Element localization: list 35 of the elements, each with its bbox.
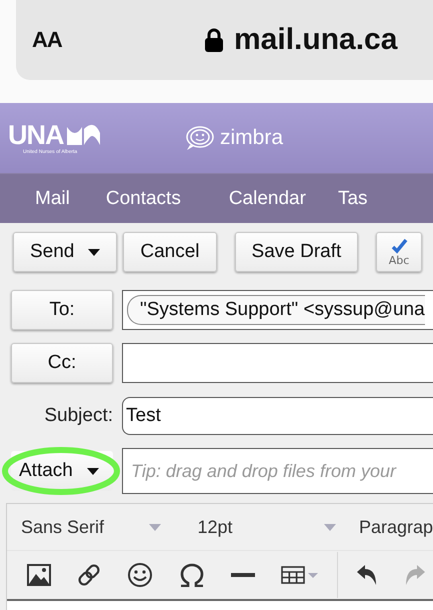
address-field[interactable] [122, 343, 433, 383]
toolbar-button[interactable]: Cancel [123, 232, 217, 272]
format-select[interactable]: Paragrap [358, 516, 433, 538]
size-select[interactable]: 12pt [197, 516, 232, 538]
lock-icon [204, 28, 224, 52]
spellcheck-button[interactable]: Abc [376, 232, 422, 272]
text-size-button[interactable]: AA [32, 27, 204, 53]
nav-tab[interactable]: Mail [35, 188, 70, 210]
attachment-drop-field[interactable]: Tip: drag and drop files from your [122, 448, 433, 494]
address-bar[interactable]: AA mail.una.ca [16, 0, 433, 80]
link-icon[interactable] [77, 563, 101, 587]
send-button[interactable]: Send [13, 232, 118, 272]
nav-tab[interactable]: Tas [338, 188, 368, 210]
table-icon[interactable] [281, 566, 319, 584]
caret-icon [88, 248, 100, 256]
brand-name: zimbra [220, 126, 284, 150]
image-icon[interactable] [27, 564, 51, 586]
caret-icon [86, 468, 99, 474]
address-button[interactable]: Cc: [11, 343, 113, 383]
wave-logo-icon [66, 123, 102, 147]
address-field[interactable]: "Systems Support" <syssup@una [122, 290, 433, 330]
nav-tab[interactable]: Calendar [228, 188, 306, 210]
subject-field[interactable]: Test [122, 397, 433, 435]
smiley-icon[interactable] [127, 562, 153, 588]
field-label: Subject: [43, 405, 113, 427]
recipient-chip[interactable]: "Systems Support" <syssup@una [127, 295, 425, 325]
url-text[interactable]: mail.una.ca [234, 23, 398, 57]
toolbar-button[interactable]: Save Draft [234, 232, 358, 272]
logo-text: UNA [8, 121, 64, 149]
undo-icon[interactable] [356, 564, 378, 586]
smiley-logo-icon [184, 125, 216, 151]
address-button[interactable]: To: [11, 290, 113, 330]
omega-icon[interactable] [179, 563, 205, 587]
nav-tab[interactable]: Contacts [106, 188, 181, 210]
font-select[interactable]: Sans Serif [21, 516, 104, 538]
